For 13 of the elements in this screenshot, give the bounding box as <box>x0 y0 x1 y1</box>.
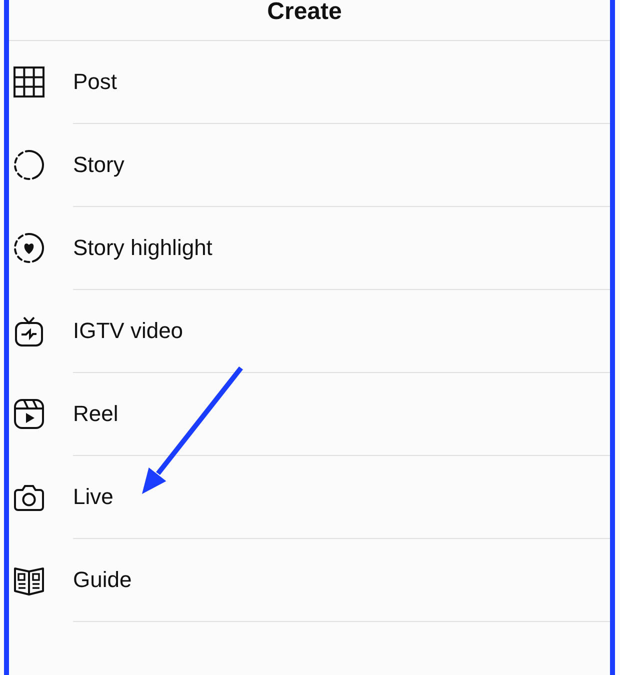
heart-circle-icon <box>13 232 45 264</box>
menu-item[interactable]: Story highlight <box>9 207 610 289</box>
dashed-circle-icon <box>13 149 45 181</box>
menu-item[interactable]: Post <box>9 41 610 123</box>
grid-icon <box>13 66 45 98</box>
video-play-icon <box>13 398 45 430</box>
menu-item[interactable]: Guide <box>9 539 610 621</box>
menu-item[interactable]: IGTV video <box>9 290 610 372</box>
tv-icon <box>13 315 45 347</box>
sheet-title: Create <box>267 0 342 27</box>
menu-item[interactable]: Reel <box>9 373 610 455</box>
menu-item[interactable]: Story <box>9 124 610 206</box>
menu-item[interactable]: Live <box>9 456 610 538</box>
